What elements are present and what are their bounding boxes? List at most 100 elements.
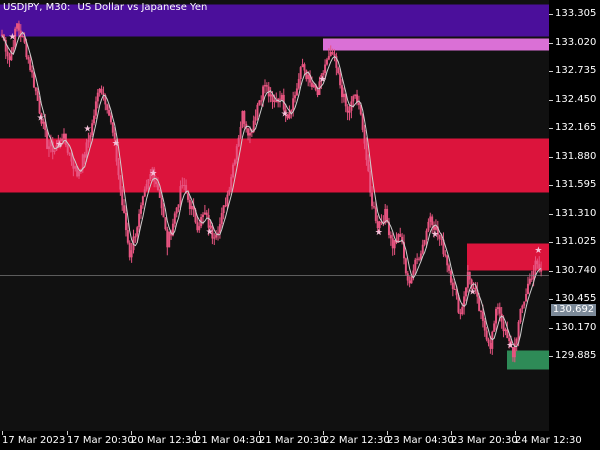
candle-body (461, 307, 463, 314)
candle-body (208, 215, 210, 228)
candle-body (405, 258, 407, 273)
price-axis-label: 131.310 (555, 208, 596, 220)
candle-body (146, 184, 148, 189)
candle-body (230, 177, 232, 190)
candle-body (429, 217, 431, 222)
candle-body (134, 236, 136, 237)
signal-star-icon: ★ (112, 139, 120, 149)
signal-star-icon: ★ (431, 230, 439, 240)
candle-body (84, 154, 86, 157)
candle-body (204, 213, 206, 215)
candle-body (9, 56, 11, 60)
candle-body (12, 47, 14, 51)
candle-body (459, 313, 461, 314)
price-tick (549, 356, 553, 357)
price-tick (549, 242, 553, 243)
candle-body (144, 189, 146, 196)
candle-body (311, 83, 313, 87)
time-axis-label: 22 Mar 12:30 (323, 435, 390, 446)
candle-body (495, 309, 497, 324)
price-tick (549, 100, 553, 101)
candle-body (281, 95, 283, 100)
candle-body (525, 294, 527, 302)
candle-body (251, 132, 253, 133)
candle-body (260, 100, 262, 101)
candle-body (529, 279, 531, 284)
time-axis-label: 21 Mar 20:30 (259, 435, 326, 446)
candle-body (112, 122, 114, 132)
price-axis-label: 132.450 (555, 94, 596, 106)
candle-body (240, 127, 242, 138)
zone-rect (323, 39, 549, 51)
price-axis-label: 131.880 (555, 151, 596, 163)
candle-body (46, 130, 48, 149)
candle-body (292, 98, 294, 110)
time-axis-label: 17 Mar 20:30 (67, 435, 134, 446)
candle-body (392, 238, 394, 248)
candle-body (317, 90, 319, 95)
price-axis-label: 133.305 (555, 8, 596, 20)
candle-body (501, 314, 503, 322)
price-tick (549, 214, 553, 215)
candle-body (266, 85, 268, 87)
candle-body (371, 193, 373, 207)
chart-window[interactable]: ★★★★★★★★★★★★★★ USDJPY, M30: US Dollar vs… (0, 0, 600, 450)
candle-body (454, 289, 456, 290)
price-tick (549, 43, 553, 44)
candle-body (394, 240, 396, 248)
candle-body (255, 117, 257, 121)
candle-body (142, 196, 144, 205)
candle-body (22, 36, 24, 37)
candle-body (332, 52, 334, 54)
candle-body (168, 232, 170, 248)
signal-star-icon: ★ (534, 246, 542, 256)
candle-body (326, 60, 328, 65)
candle-body (279, 99, 281, 100)
time-axis-label: 20 Mar 12:30 (131, 435, 198, 446)
candle-body (119, 175, 121, 189)
candle-body (409, 281, 411, 284)
candle-body (341, 85, 343, 97)
candle-body (516, 339, 518, 344)
signal-star-icon: ★ (469, 288, 477, 298)
time-axis[interactable]: 17 Mar 202317 Mar 20:3020 Mar 12:30 21 Ma… (0, 431, 600, 450)
candle-body (72, 162, 74, 169)
candle-body (416, 259, 418, 260)
current-price-tag: 130.692 (551, 304, 596, 316)
candle-body (101, 89, 103, 93)
candle-body (99, 89, 101, 93)
candle-body (349, 111, 351, 113)
time-axis-label: 17 Mar 2023 (2, 435, 65, 446)
price-axis[interactable]: 133.305133.020132.735132.450132.165131.8… (549, 0, 600, 431)
candle-body (95, 101, 97, 115)
candle-body (480, 311, 482, 312)
candle-body (264, 85, 266, 86)
candle-body (424, 240, 426, 245)
candle-body (422, 245, 424, 254)
candle-body (489, 343, 491, 349)
candle-body (161, 198, 163, 208)
candle-body (157, 184, 159, 190)
candle-body (499, 307, 501, 314)
candle-body (418, 259, 420, 260)
candle-body (534, 261, 536, 271)
price-axis-label: 129.885 (555, 350, 596, 362)
candle-body (452, 283, 454, 289)
price-axis-label: 131.595 (555, 179, 596, 191)
candle-body (504, 329, 506, 331)
candle-body (523, 301, 525, 305)
candle-body (324, 65, 326, 73)
candle-body (48, 146, 50, 149)
chart-symbol: USDJPY, M30: (3, 2, 70, 13)
price-axis-label: 132.735 (555, 65, 596, 77)
candle-body (365, 144, 367, 160)
candle-body (71, 154, 73, 162)
candle-body (446, 256, 448, 266)
chart-plot-area[interactable]: ★★★★★★★★★★★★★★ USDJPY, M30: US Dollar vs… (0, 0, 549, 431)
candle-body (307, 75, 309, 79)
candle-body (330, 52, 332, 56)
candle-body (221, 213, 223, 224)
candle-body (93, 116, 95, 124)
candle-body (375, 207, 377, 221)
candle-body (138, 214, 140, 227)
